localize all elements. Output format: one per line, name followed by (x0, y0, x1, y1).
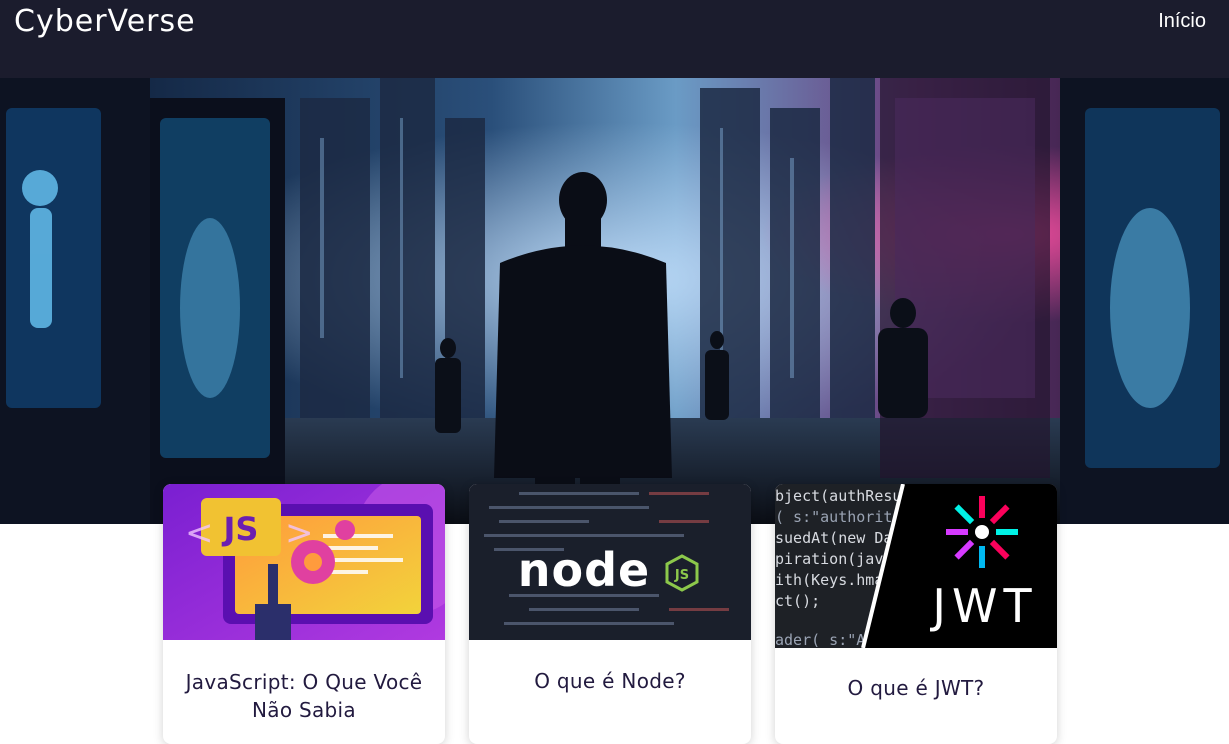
nav-link-inicio[interactable]: Início (1158, 10, 1206, 33)
code-line: ct(); (775, 592, 820, 610)
code-line: bject(authResu (775, 487, 901, 505)
code-line: piration(java (775, 550, 892, 568)
node-illustration: node JS (469, 484, 751, 640)
node-badge-text: JS (674, 568, 689, 583)
site-logo[interactable]: CyberVerse (14, 4, 196, 39)
jwt-illustration: bject(authResu ( s:"authoriti suedAt(new… (775, 484, 1057, 648)
hero-image (0, 78, 1229, 524)
code-line: ader( s:"A (775, 631, 865, 648)
code-line: ( s:"authoriti (775, 508, 901, 526)
hero-banner (0, 78, 1229, 524)
post-cards: JS < > JavaScript: O Que Você Não Sabia (0, 484, 1229, 744)
node-logo-text: node (518, 543, 650, 597)
navbar: CyberVerse Início (0, 0, 1229, 78)
jwt-logo-text: JWT (929, 579, 1037, 633)
post-title[interactable]: O que é Node? (469, 667, 751, 695)
code-line: ith(Keys.hma (775, 571, 883, 589)
post-card-node[interactable]: node JS O que é Node? (469, 484, 751, 744)
svg-text:<: < (185, 513, 214, 553)
post-title[interactable]: JavaScript: O Que Você Não Sabia (163, 668, 445, 724)
post-card-javascript[interactable]: JS < > JavaScript: O Que Você Não Sabia (163, 484, 445, 744)
javascript-illustration: JS < > (163, 484, 445, 640)
post-card-jwt[interactable]: bject(authResu ( s:"authoriti suedAt(new… (775, 484, 1057, 744)
code-line: suedAt(new Da (775, 529, 892, 547)
post-title[interactable]: O que é JWT? (775, 674, 1057, 702)
js-logo-text: JS (222, 510, 259, 548)
